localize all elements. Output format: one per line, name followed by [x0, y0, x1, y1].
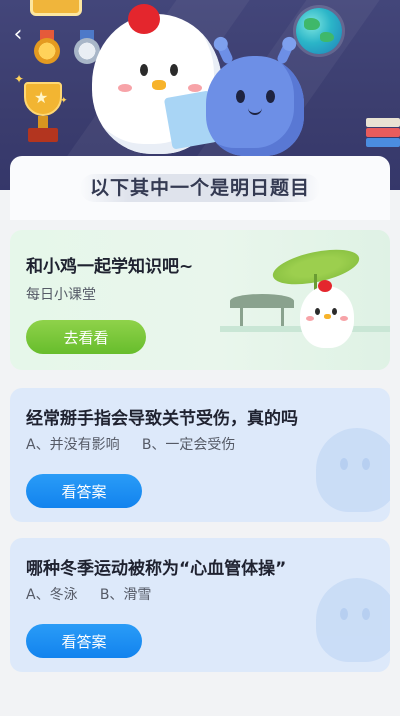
chevron-left-icon: ‹	[13, 21, 23, 47]
question-card: 哪种冬季运动被称为“心血管体操” A、冬泳 B、滑雪 看答案	[10, 538, 390, 672]
gold-medal-icon	[34, 38, 60, 64]
chick-mascot-small	[300, 280, 354, 348]
question-card: 经常掰手指会导致关节受伤，真的吗 A、并没有影响 B、一定会受伤 看答案	[10, 388, 390, 522]
lesson-illustration	[220, 230, 390, 370]
view-answer-button[interactable]: 看答案	[26, 474, 142, 508]
question-title: 哪种冬季运动被称为“心血管体操”	[26, 559, 287, 579]
lesson-card: 和小鸡一起学知识吧~ 每日小课堂 去看看	[10, 230, 390, 370]
question-options: A、冬泳 B、滑雪	[26, 587, 152, 603]
question-title: 经常掰手指会导致关节受伤，真的吗	[26, 409, 298, 429]
pavilion-roof	[230, 294, 294, 308]
lesson-title: 和小鸡一起学知识吧~	[26, 257, 194, 277]
pavilion-body	[240, 308, 284, 326]
question-options: A、并没有影响 B、一定会受伤	[26, 437, 236, 453]
books-icon	[366, 118, 400, 154]
plaque-decoration	[30, 0, 82, 16]
trophy-icon: ★	[18, 82, 68, 148]
title-card: 以下其中一个是明日题目	[10, 156, 390, 220]
globe-icon	[296, 8, 342, 54]
go-see-button[interactable]: 去看看	[26, 320, 146, 354]
ghost-mascot-icon	[316, 578, 390, 662]
view-answer-button[interactable]: 看答案	[26, 624, 142, 658]
alien-mascot	[206, 40, 304, 156]
page-title: 以下其中一个是明日题目	[89, 177, 310, 199]
lesson-subtitle: 每日小课堂	[26, 287, 96, 303]
back-button[interactable]: ‹	[6, 20, 30, 48]
ghost-mascot-icon	[316, 428, 390, 512]
